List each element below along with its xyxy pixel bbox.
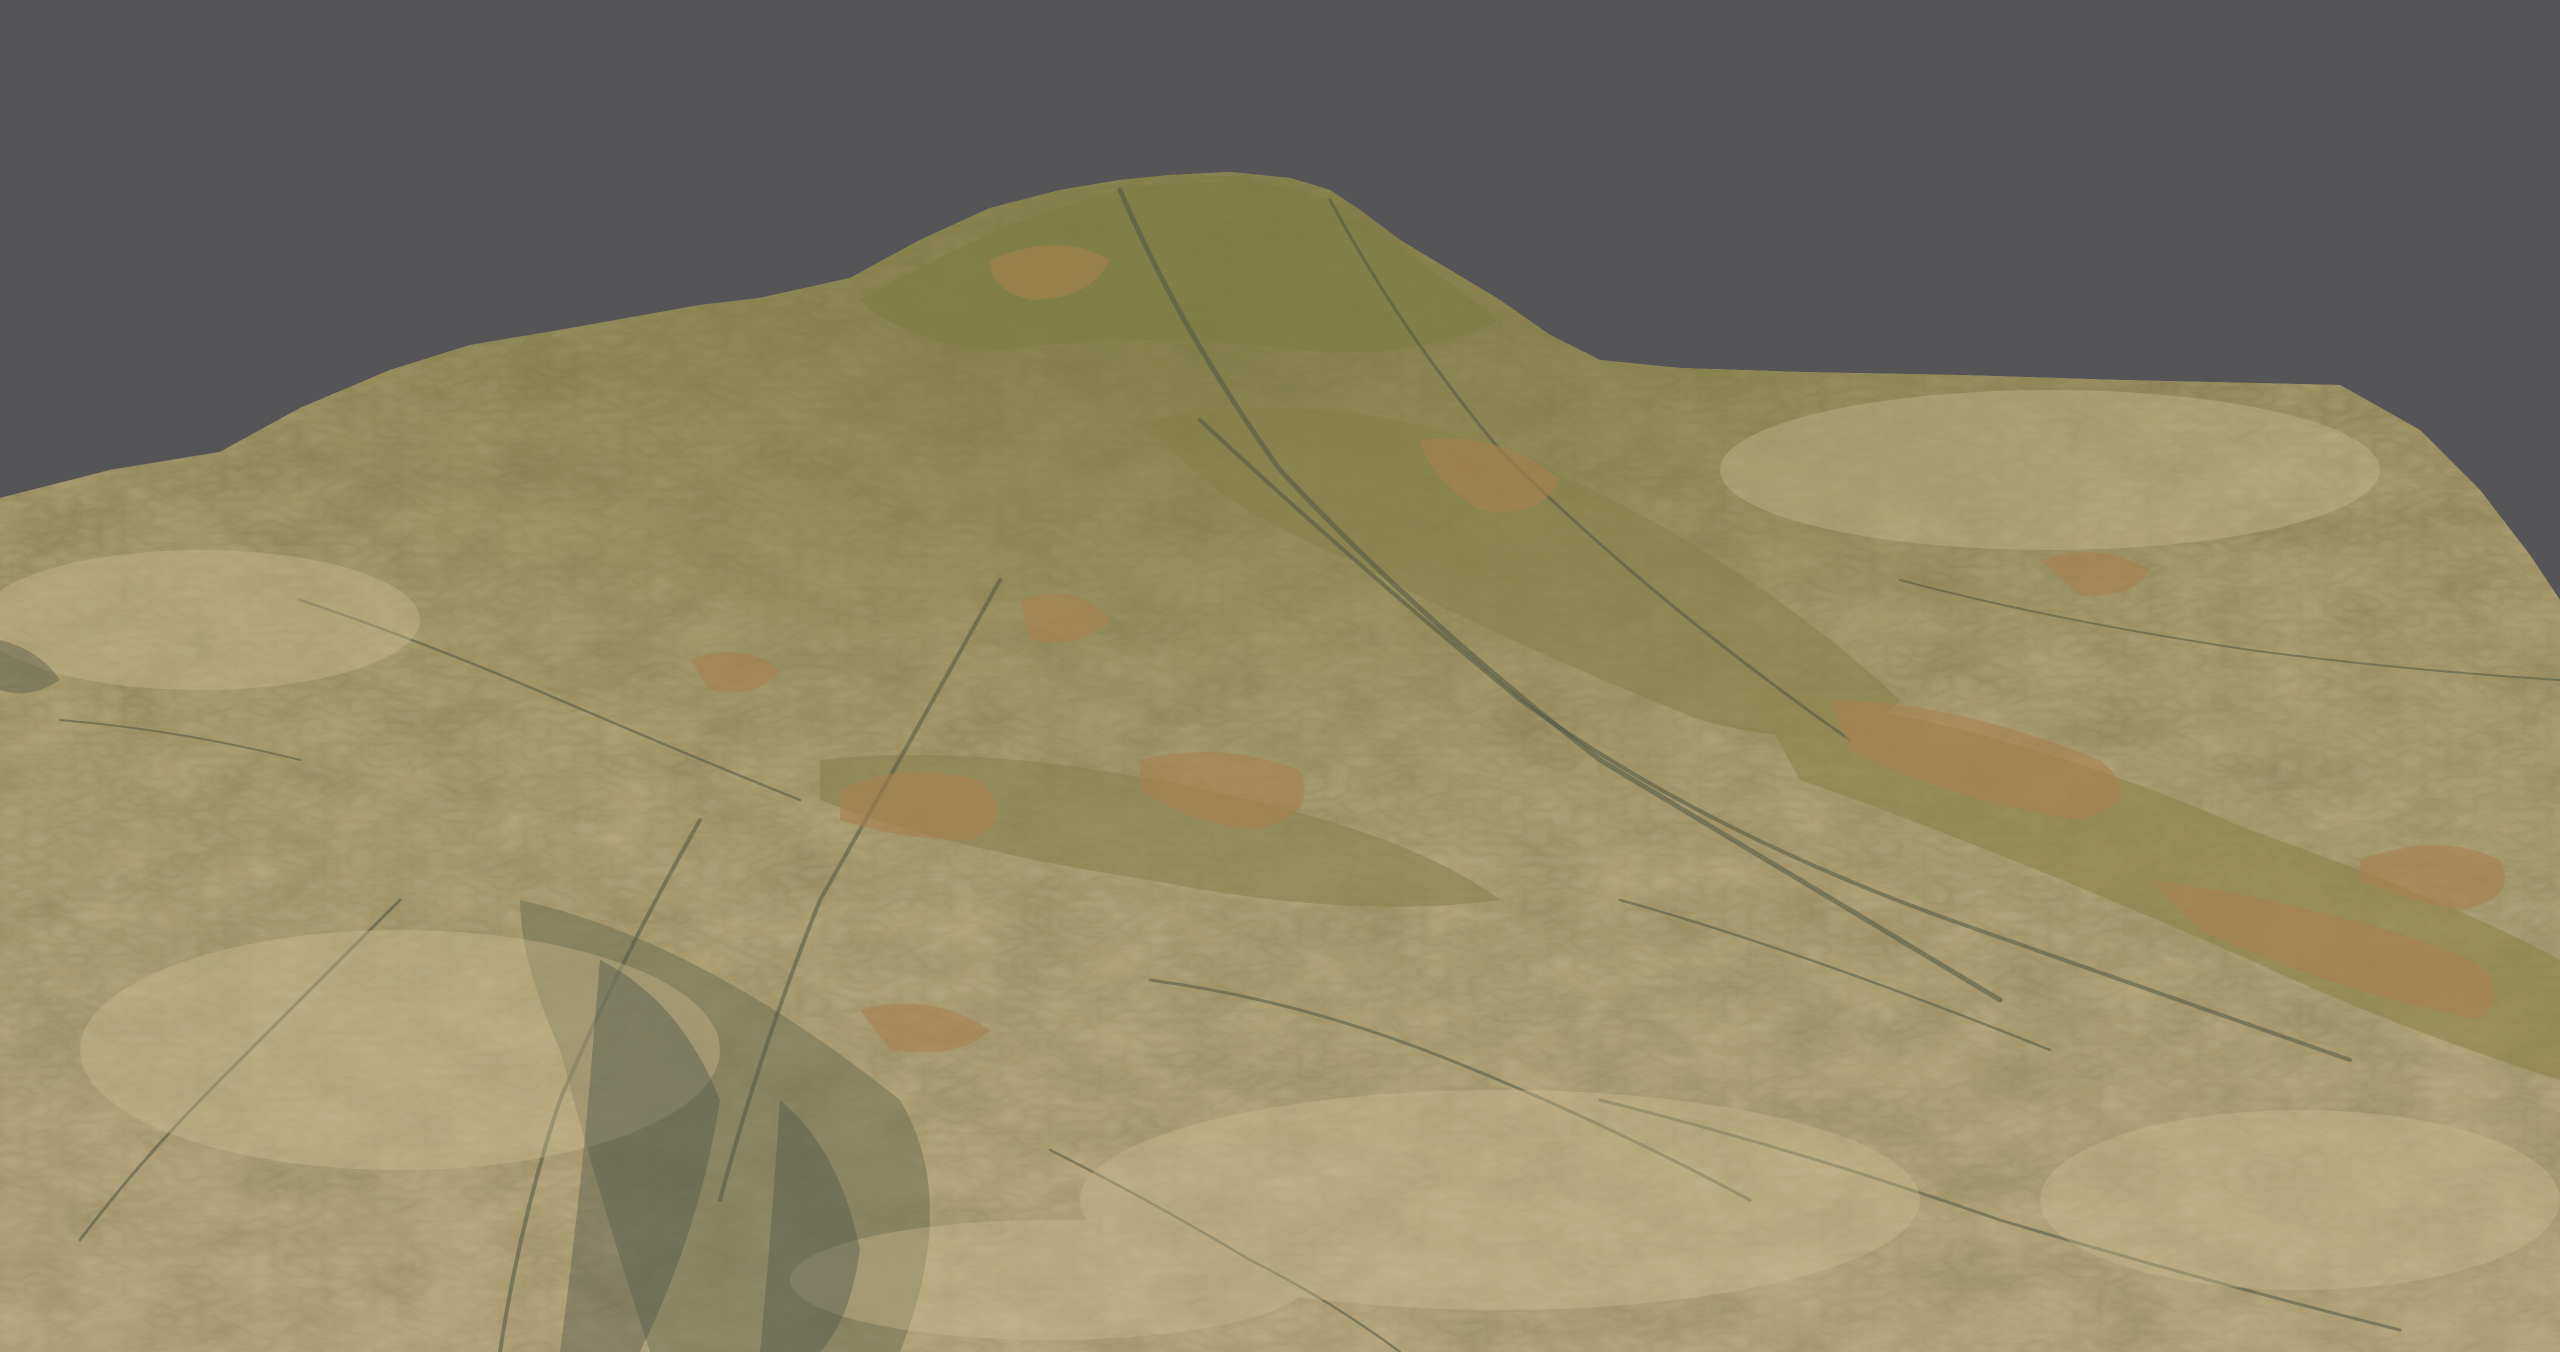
3d-viewport[interactable] — [0, 0, 2560, 1352]
terrain-mesh — [0, 172, 2560, 1352]
